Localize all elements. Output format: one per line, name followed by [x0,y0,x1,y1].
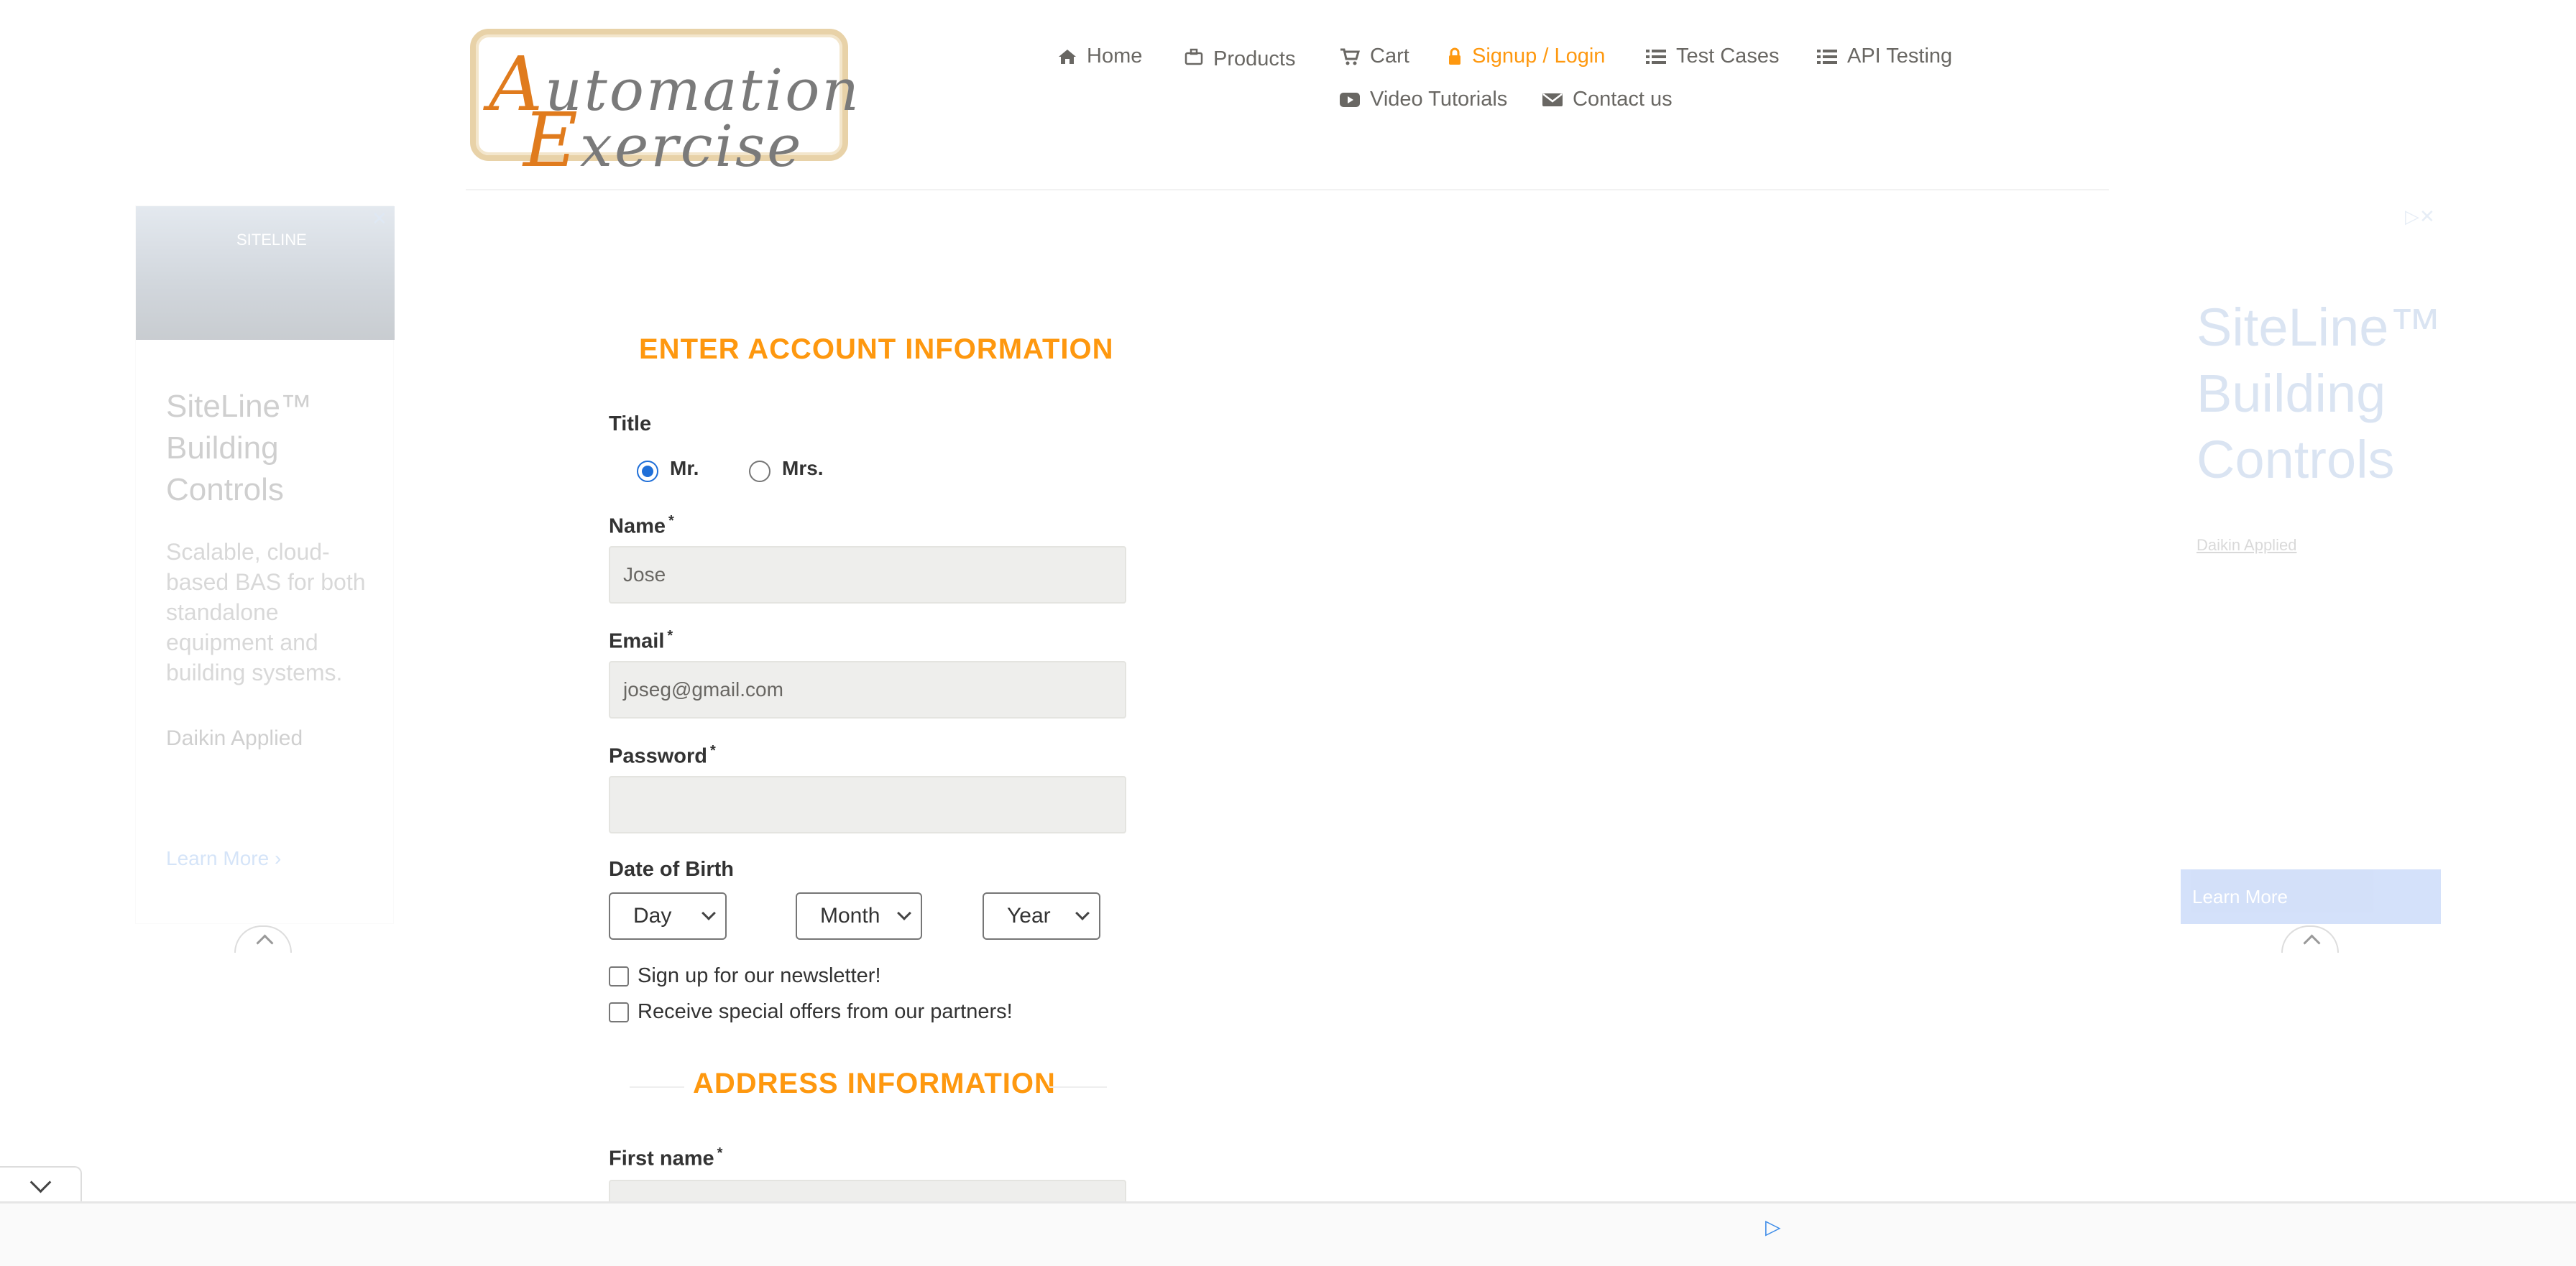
email-input[interactable]: joseg@gmail.com [609,661,1126,719]
dob-month-value: Month [820,904,880,928]
offers-label: Receive special offers from our partners… [638,1000,1013,1023]
ad-close-icon[interactable]: ✕ [372,208,387,230]
address-info-heading: ADDRESS INFORMATION [693,1068,1056,1099]
nav-home[interactable]: Home [1058,45,1142,68]
password-input[interactable] [609,776,1126,833]
ad-learn-more-link[interactable]: Learn More › [166,847,281,870]
address-divider-right [1049,1086,1107,1088]
required-mark: * [717,1145,723,1161]
ad-collapse-tab[interactable] [0,1166,82,1203]
newsletter-label: Sign up for our newsletter! [638,964,881,987]
signup-page: Automation Exercise Home Products Cart S… [0,0,2576,1266]
briefcase-icon [1184,48,1203,65]
nav-signup-login[interactable]: Signup / Login [1448,45,1605,68]
left-side-ad[interactable]: SITELINE ✕ SiteLine™ Building Controls S… [135,205,395,924]
header-divider [466,189,2109,190]
nav-test-cases[interactable]: Test Cases [1646,45,1779,68]
nav-products-label: Products [1213,47,1296,70]
email-label-text: Email [609,629,665,653]
nav-video-tutorials-label: Video Tutorials [1370,88,1508,111]
account-info-heading: ENTER ACCOUNT INFORMATION [639,333,1114,365]
mrs-label: Mrs. [782,457,824,479]
youtube-play-icon [1340,92,1360,107]
right-ad-expand-icon[interactable] [2281,925,2339,953]
newsletter-option[interactable]: Sign up for our newsletter! [609,964,881,988]
home-icon [1059,49,1076,64]
left-ad-expand-icon[interactable] [234,925,292,953]
newsletter-checkbox[interactable] [609,966,629,987]
required-mark: * [668,513,674,529]
dob-month-select[interactable]: Month [796,892,922,940]
adchoices-icon[interactable]: ▷ [1765,1215,1781,1239]
nav-signup-login-label: Signup / Login [1472,45,1606,68]
main-nav: Home Products Cart Signup / Login Test C… [0,0,2576,144]
title-mr-option[interactable]: Mr. [637,457,699,483]
nav-api-testing-label: API Testing [1847,45,1953,68]
chevron-down-icon [897,906,911,920]
email-input-value: joseg@gmail.com [623,678,783,701]
dob-day-select[interactable]: Day [609,892,727,940]
ad-image: SITELINE [136,206,395,340]
title-label: Title [609,412,652,435]
dob-day-value: Day [633,904,672,928]
nav-products[interactable]: Products [1184,45,1296,70]
lock-icon [1449,47,1460,65]
nav-api-testing[interactable]: API Testing [1817,45,1952,68]
required-mark: * [710,743,716,759]
bottom-ad-bar: ▷ [0,1201,2576,1266]
name-input-value: Jose [623,563,666,586]
email-label: Email * [609,628,673,654]
mr-label: Mr. [670,457,699,479]
name-label-text: Name [609,514,666,538]
ad-title: SiteLine™ Building Controls [2196,297,2442,489]
right-side-ad[interactable]: ▷✕ SiteLine™ Building Controls Daikin Ap… [2181,205,2442,924]
offers-checkbox[interactable] [609,1002,629,1022]
mrs-radio[interactable] [749,461,770,482]
nav-home-label: Home [1087,45,1143,68]
ad-image-label: SITELINE [236,231,307,249]
envelope-icon [1542,93,1563,106]
address-divider-left [630,1086,684,1088]
nav-contact-us[interactable]: Contact us [1542,88,1673,111]
title-mrs-option[interactable]: Mrs. [749,457,824,483]
nav-contact-us-label: Contact us [1573,88,1673,111]
first-name-label-text: First name [609,1147,714,1170]
ad-close-icon[interactable]: ▷✕ [2405,205,2435,228]
ad-learn-more-label: Learn More [166,847,270,869]
chevron-down-icon [1075,906,1090,920]
dob-label: Date of Birth [609,858,734,881]
chevron-down-icon [702,906,716,920]
ad-advertiser: Daikin Applied [2196,536,2297,554]
nav-cart-label: Cart [1370,45,1409,68]
mr-radio[interactable] [637,461,658,482]
ad-learn-more-button[interactable]: Learn More [2181,869,2441,924]
list-icon [1646,49,1666,64]
list-icon [1817,49,1837,64]
offers-option[interactable]: Receive special offers from our partners… [609,1000,1013,1024]
dob-year-select[interactable]: Year [983,892,1100,940]
ad-advertiser: Daikin Applied [166,726,303,750]
name-label: Name * [609,513,674,539]
password-label-text: Password [609,744,707,768]
ad-learn-more-label: Learn More [2192,885,2288,907]
password-label: Password * [609,743,716,769]
name-input[interactable]: Jose [609,546,1126,604]
first-name-label: First name * [609,1145,722,1171]
nav-test-cases-label: Test Cases [1676,45,1780,68]
cart-icon [1340,48,1360,65]
nav-cart[interactable]: Cart [1340,45,1409,68]
ad-description: Scalable, cloud-based BAS for both stand… [166,539,366,685]
nav-video-tutorials[interactable]: Video Tutorials [1340,88,1507,111]
dob-year-value: Year [1007,904,1051,928]
ad-title: SiteLine™ Building Controls [166,389,313,507]
required-mark: * [667,628,673,644]
